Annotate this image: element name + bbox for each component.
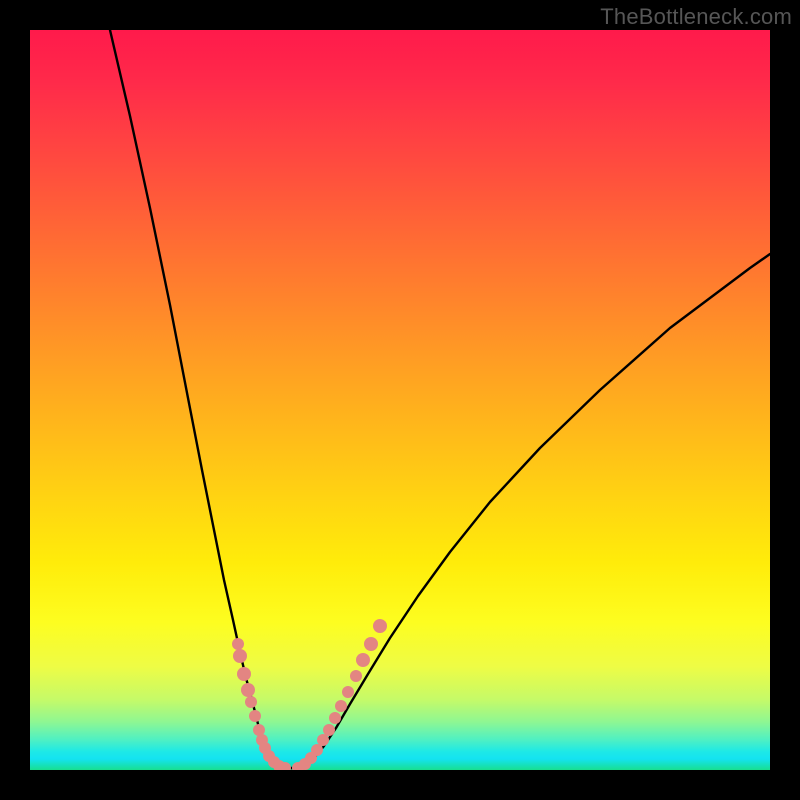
data-marker — [356, 653, 370, 667]
curve-layer — [30, 30, 770, 770]
plot-area — [30, 30, 770, 770]
data-marker — [245, 696, 257, 708]
data-marker — [317, 734, 329, 746]
data-marker — [373, 619, 387, 633]
data-marker — [342, 686, 354, 698]
data-marker — [364, 637, 378, 651]
data-marker — [241, 683, 255, 697]
data-marker — [237, 667, 251, 681]
watermark-text: TheBottleneck.com — [600, 4, 792, 30]
data-marker — [249, 710, 261, 722]
bottleneck-curve — [110, 30, 285, 768]
data-marker — [233, 649, 247, 663]
data-marker — [323, 724, 335, 736]
data-marker — [335, 700, 347, 712]
data-marker — [350, 670, 362, 682]
bottleneck-curve — [298, 254, 770, 768]
chart-frame: TheBottleneck.com — [0, 0, 800, 800]
data-marker — [232, 638, 244, 650]
data-marker — [311, 744, 323, 756]
data-marker — [329, 712, 341, 724]
